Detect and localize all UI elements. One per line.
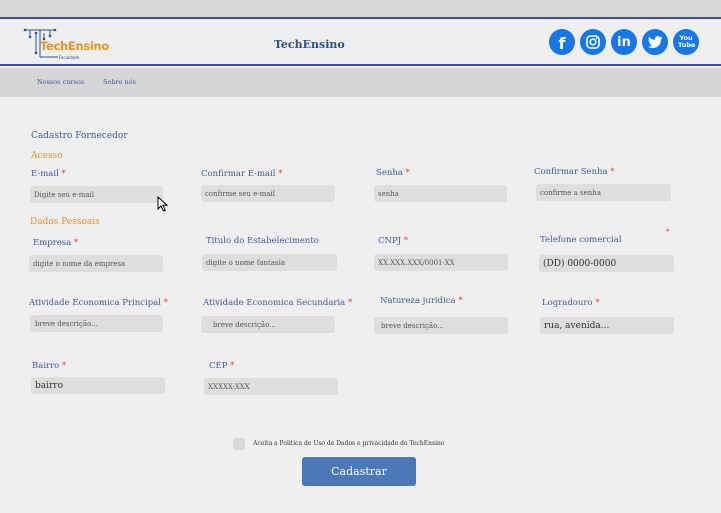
confirm-email-field[interactable] [201,185,335,202]
consent-checkbox[interactable] [233,438,245,450]
linkedin-icon[interactable]: in [611,29,637,55]
submit-button[interactable]: Cadastrar [302,457,416,486]
facebook-icon[interactable]: f [549,29,575,55]
street-field[interactable] [540,317,674,334]
password-field[interactable] [374,185,507,202]
phone-label: Telefone comercial [540,235,622,245]
main-activity-label: Atividade Economica Principal * [29,298,168,308]
company-label: Empresa * [33,238,79,248]
secondary-activity-label: Atividade Economica Secundaria * [203,298,353,308]
navbar: Nossos cursos Sobre nós [0,68,721,97]
brand-title: TechEnsino [274,38,345,51]
cnpj-label: CNPJ * [378,236,409,246]
personal-section-title: Dados Pessoais [30,217,100,227]
main-activity-field[interactable] [30,315,163,332]
neighborhood-label: Bairro * [32,361,67,371]
youtube-icon[interactable]: You Tube [673,29,699,55]
confirm-email-label: Confirmar E-mail * [201,169,283,179]
nav-courses-link[interactable]: Nossos cursos [37,78,84,86]
cep-field[interactable] [204,378,338,395]
consent-label: Aceita a Politica de Uso de Dados e priv… [253,440,445,447]
form-title: Cadastro Fornecedor [31,131,128,141]
email-label: E-mail * [31,169,66,179]
instagram-icon[interactable] [580,29,606,55]
confirm-password-field[interactable] [536,184,671,201]
legal-nature-field[interactable] [374,317,508,334]
access-section-title: Acesso [31,151,63,161]
top-strip [0,0,721,19]
password-label: Senha * [376,168,410,178]
logo-text: TechEnsino [40,39,110,53]
nav-about-link[interactable]: Sobre nós [103,78,136,86]
mouse-pointer-icon [157,196,169,212]
neighborhood-field[interactable] [31,377,165,394]
phone-required-mark: * [666,228,670,236]
secondary-activity-field[interactable] [201,316,335,333]
confirm-password-label: Confirmar Senha * [534,167,615,177]
email-field[interactable] [30,186,163,203]
street-label: Logradouro * [542,298,600,308]
establishment-field[interactable] [202,254,337,271]
techensino-logo[interactable]: TechEnsino Faculdade [22,27,110,63]
company-field[interactable] [29,255,163,272]
phone-field[interactable] [539,255,674,272]
cep-label: CEP * [209,361,235,371]
twitter-icon[interactable] [642,29,668,55]
logo-subtext: Faculdade [59,55,80,60]
header: TechEnsino Faculdade TechEnsino f in You… [0,19,721,66]
legal-nature-label: Natureza juridica * [380,296,463,306]
establishment-label: Titulo do Estabelecimento [206,236,319,246]
cnpj-field[interactable] [374,254,508,271]
